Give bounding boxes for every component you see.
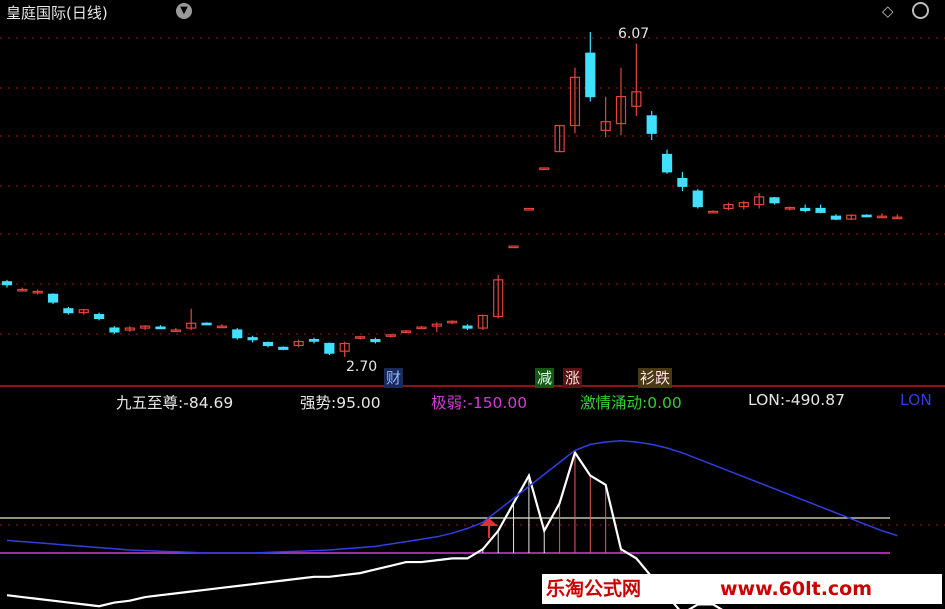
indicator-lon-label: LON: — [748, 391, 786, 409]
candle-body — [109, 327, 120, 333]
indicator-values-bar: 九五至尊:-84.69 强势:95.00 极弱:-150.00 激情涌动:0.0… — [0, 390, 945, 412]
signal-shuai: 衫跌 — [638, 368, 673, 388]
candle-body — [585, 52, 596, 98]
candlestick-series — [1, 32, 903, 357]
indicator-jiuwu-label: 九五至尊: — [116, 394, 184, 412]
candle-body — [308, 339, 320, 342]
watermark-text: 乐淘公式网 — [546, 578, 642, 600]
kline-chart[interactable]: 6.07 2.70 — [0, 0, 945, 609]
watermark-url: www.60lt.com — [720, 578, 873, 600]
indicator-jiqing: 激情涌动:0.00 — [580, 391, 682, 413]
indicator-lon: LON:-490.87 — [748, 391, 845, 409]
signal-zhang: 涨 — [563, 368, 583, 388]
indicator-jiruo-label: 极弱: — [431, 394, 468, 412]
indicator-jiqing-value: 0.00 — [647, 394, 682, 412]
indicator-qiangshi: 强势:95.00 — [300, 391, 381, 413]
candle-body — [247, 337, 258, 341]
price-annotations: 6.07 2.70 — [346, 26, 649, 375]
indicator-qiangshi-value: 95.00 — [336, 394, 381, 412]
indicator-lon-legend-label: LON — [900, 391, 932, 409]
candle-body — [47, 293, 59, 303]
low-price-label: 2.70 — [346, 359, 377, 375]
candle-body — [232, 329, 243, 339]
candle-body — [462, 325, 473, 329]
signal-cai: 财 — [384, 368, 404, 388]
signal-jian: 减 — [535, 368, 555, 388]
indicator-jiqing-label: 激情涌动: — [580, 394, 648, 412]
candle-body — [1, 281, 13, 286]
high-price-label: 6.07 — [618, 26, 649, 42]
indicator-jiruo: 极弱:-150.00 — [431, 391, 527, 413]
watermark-banner: 乐淘公式网 www.60lt.com — [542, 574, 942, 604]
candle-body — [661, 153, 673, 173]
candle-body — [63, 308, 74, 314]
candle-body — [646, 115, 657, 134]
candle-body — [861, 214, 872, 218]
grid-lines — [0, 37, 945, 526]
indicator-jiuwu: 九五至尊:-84.69 — [116, 391, 233, 413]
candle-body — [93, 313, 105, 320]
indicator-jiruo-value: -150.00 — [467, 394, 528, 412]
indicator-jiuwu-value: -84.69 — [183, 394, 234, 412]
candle-body — [278, 346, 289, 350]
candle-body — [692, 190, 703, 208]
candle-body — [769, 197, 780, 204]
candle-body — [262, 341, 274, 347]
indicator-lon-legend: LON — [900, 391, 932, 409]
candle-body — [370, 339, 381, 343]
candle-body — [677, 177, 688, 187]
indicator-lon-value: -490.87 — [785, 391, 845, 409]
candle-body — [539, 167, 550, 171]
indicator-qiangshi-label: 强势: — [300, 394, 337, 412]
candle-body — [324, 342, 335, 354]
candle-body — [800, 207, 811, 212]
series-line-lon — [6, 440, 898, 554]
candle-body — [155, 326, 166, 330]
candle-body — [815, 207, 826, 213]
candle-body — [201, 322, 212, 326]
candle-body — [508, 245, 519, 249]
candle-body — [830, 215, 842, 220]
candle-body — [523, 207, 535, 211]
